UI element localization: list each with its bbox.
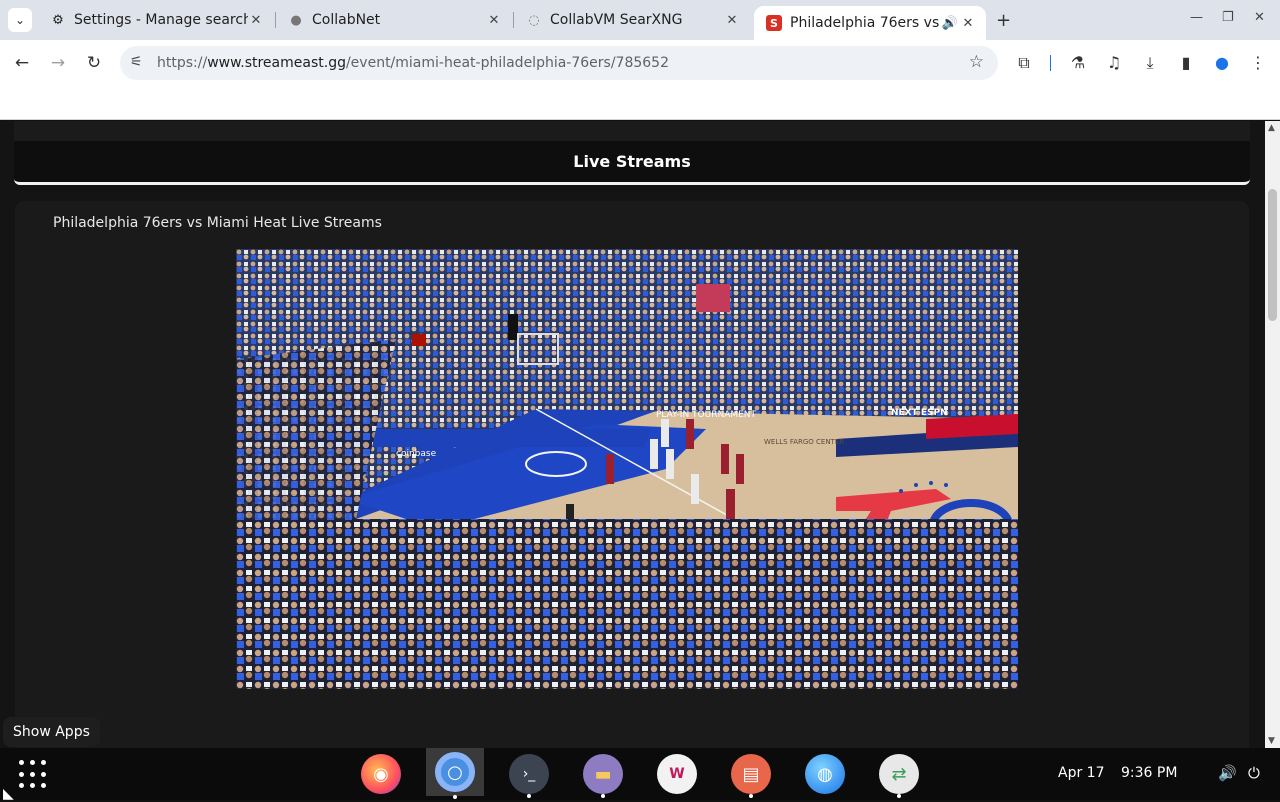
dock-firefox[interactable]: ◉: [360, 753, 402, 795]
card-title: Philadelphia 76ers vs Miami Heat Live St…: [53, 215, 382, 231]
bookmark-star-icon[interactable]: ☆: [969, 52, 984, 72]
document-icon: ▤: [731, 754, 771, 794]
dock-wm-app[interactable]: W: [656, 753, 698, 795]
power-icon[interactable]: ⏻: [1248, 764, 1260, 782]
minimize-icon[interactable]: —: [1190, 10, 1203, 25]
close-window-icon[interactable]: ✕: [1254, 10, 1265, 25]
arrow-right-icon: →: [50, 53, 66, 73]
close-icon[interactable]: ✕: [248, 12, 264, 28]
reload-button[interactable]: ↻: [83, 52, 105, 74]
clock-time[interactable]: 9:36 PM: [1121, 765, 1177, 781]
dock-browser-globe[interactable]: ◍: [804, 753, 846, 795]
toggle-settings-icon: ⇄: [879, 754, 919, 794]
speaker-icon[interactable]: 🔊: [942, 15, 958, 31]
court-sign-arena: WELLS FARGO CENTER: [764, 438, 844, 446]
url-text[interactable]: https://www.streameast.gg/event/miami-he…: [157, 55, 669, 71]
tab-searxng[interactable]: ◌ CollabVM SearXNG ✕: [514, 6, 750, 34]
reload-icon: ↻: [86, 53, 102, 73]
forward-button[interactable]: →: [47, 52, 69, 74]
court-sign-espn: NEXT ESPN: [891, 408, 948, 418]
header-strip: [14, 121, 1250, 141]
dock-files[interactable]: ▬: [582, 753, 624, 798]
folder-icon: ▬: [583, 754, 623, 794]
scroll-thumb[interactable]: [1268, 189, 1277, 321]
dock-chromium[interactable]: ○: [426, 748, 484, 799]
streameast-icon: S: [766, 15, 782, 31]
tab-search-button[interactable]: ⌄: [8, 8, 32, 32]
searxng-icon: ◌: [528, 12, 540, 28]
firefox-icon: ◉: [361, 754, 401, 794]
restore-icon[interactable]: ❐: [1222, 10, 1234, 25]
video-player[interactable]: coinbase PLAY-IN TOURNAMENT NEXT ESPN WE…: [236, 249, 1018, 689]
chromium-icon: ○: [435, 752, 475, 792]
labs-flask-icon[interactable]: ⚗: [1068, 53, 1088, 72]
page-scrollbar[interactable]: ▲ ▼: [1265, 121, 1280, 748]
terminal-icon: ›_: [509, 754, 549, 794]
court-sign-play-in: PLAY-IN TOURNAMENT: [656, 410, 757, 420]
tab-collabnet[interactable]: ● CollabNet ✕: [276, 6, 512, 34]
globe-icon: ◍: [805, 754, 845, 794]
dock-terminal[interactable]: ›_: [508, 753, 550, 798]
tab-strip: ⌄ ⚙ Settings - Manage search engines ✕ ●…: [0, 0, 1280, 40]
toolbar-divider: [1050, 55, 1051, 71]
chevron-down-icon: ⌄: [14, 13, 26, 27]
scroll-up-icon[interactable]: ▲: [1268, 123, 1275, 133]
profile-icon[interactable]: ●: [1212, 53, 1232, 72]
tab-settings[interactable]: ⚙ Settings - Manage search engines ✕: [38, 6, 274, 34]
address-bar[interactable]: ⚟ https://www.streameast.gg/event/miami-…: [120, 46, 998, 80]
close-icon[interactable]: ✕: [486, 12, 502, 28]
download-icon[interactable]: ⤓: [1140, 53, 1160, 73]
bookmarks-bar: [0, 86, 1280, 120]
extensions-icon[interactable]: ⧉: [1014, 53, 1034, 73]
show-apps-icon[interactable]: [19, 760, 49, 790]
browser-toolbar: ← → ↻ ⚟ https://www.streameast.gg/event/…: [0, 40, 1280, 86]
section-header: Live Streams: [14, 141, 1250, 185]
menu-dots-icon[interactable]: ⋮: [1248, 53, 1268, 72]
back-button[interactable]: ←: [11, 52, 33, 74]
new-tab-button[interactable]: +: [996, 10, 1011, 31]
clock-date[interactable]: Apr 17: [1058, 765, 1104, 781]
video-frame: coinbase PLAY-IN TOURNAMENT NEXT ESPN WE…: [236, 249, 1018, 689]
dock-settings-toggle[interactable]: ⇄: [878, 753, 920, 798]
wm-app-icon: W: [657, 754, 697, 794]
scroll-down-icon[interactable]: ▼: [1268, 736, 1275, 746]
stream-card: Philadelphia 76ers vs Miami Heat Live St…: [15, 201, 1249, 748]
site-settings-icon[interactable]: ⚟: [130, 54, 143, 70]
show-apps-tooltip: Show Apps: [3, 717, 100, 747]
tab-streameast[interactable]: S Philadelphia 76ers vs Miami Heat 🔊 ✕: [754, 6, 986, 40]
arrow-left-icon: ←: [14, 53, 30, 73]
court-sign-coinbase: coinbase: [396, 449, 437, 459]
media-controls-icon[interactable]: ♫: [1104, 53, 1124, 72]
web-page: Live Streams Philadelphia 76ers vs Miami…: [0, 121, 1265, 748]
globe-icon: ●: [290, 12, 302, 28]
gear-icon: ⚙: [52, 12, 64, 28]
os-taskbar: ◉ ○ ›_ ▬ W ▤ ◍ ⇄ Apr 17 9:36 PM 🔊 ⏻: [0, 748, 1280, 800]
side-panel-icon[interactable]: ▮: [1176, 53, 1196, 72]
volume-icon[interactable]: 🔊: [1218, 764, 1237, 782]
close-icon[interactable]: ✕: [724, 12, 740, 28]
close-icon[interactable]: ✕: [960, 15, 976, 31]
dock-text-editor[interactable]: ▤: [730, 753, 772, 798]
